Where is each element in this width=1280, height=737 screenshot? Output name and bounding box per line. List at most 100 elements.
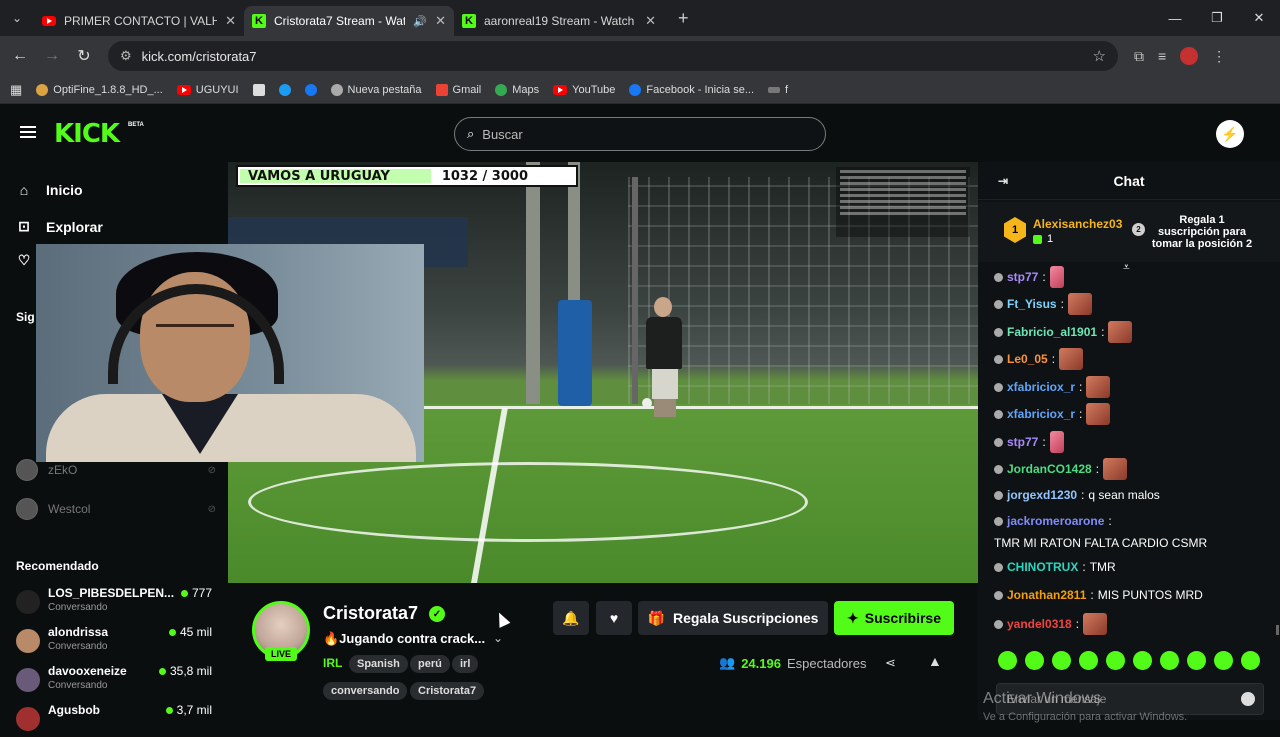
leader-username[interactable]: Alexisanchez03 bbox=[1033, 217, 1122, 231]
bookmark-maps[interactable]: Maps bbox=[495, 83, 539, 96]
chat-username[interactable]: stp77 bbox=[1007, 433, 1038, 451]
chat-username[interactable]: Jonathan2811 bbox=[1007, 586, 1086, 604]
browser-tab-3[interactable]: K aaronreal19 Stream - Watch Live ✕ bbox=[454, 6, 664, 36]
bookmark-hd[interactable] bbox=[252, 83, 265, 96]
bookmark-uguyui[interactable]: UGUYUI bbox=[176, 84, 239, 96]
close-icon[interactable]: ✕ bbox=[435, 13, 446, 29]
emote-icon[interactable] bbox=[1106, 651, 1125, 670]
category-link[interactable]: IRL bbox=[323, 656, 342, 670]
new-tab-button[interactable]: + bbox=[678, 8, 689, 29]
emote-icon[interactable] bbox=[1241, 651, 1260, 670]
bookmark-youtube[interactable]: YouTube bbox=[553, 84, 615, 96]
more-menu-icon[interactable]: ⋮ bbox=[1212, 48, 1226, 65]
gift-count-icon bbox=[1033, 234, 1042, 244]
tab-title: Cristorata7 Stream - Watch bbox=[274, 14, 406, 28]
emote-icon[interactable] bbox=[1079, 651, 1098, 670]
apps-grid-icon[interactable]: ▦ bbox=[10, 82, 22, 98]
page-scrollbar[interactable] bbox=[1276, 625, 1279, 635]
hamburger-menu-icon[interactable] bbox=[20, 126, 36, 138]
sidebar-item-explore[interactable]: ⊡ Explorar bbox=[16, 218, 103, 235]
kick-icon: K bbox=[252, 14, 266, 28]
close-icon[interactable]: ✕ bbox=[645, 13, 656, 29]
profile-avatar[interactable] bbox=[1180, 47, 1199, 65]
chevron-down-icon[interactable]: ⌄ bbox=[493, 631, 503, 645]
browser-tab-1[interactable]: PRIMER CONTACTO | VALHEIM ✕ bbox=[34, 6, 244, 36]
sidebar-item-home[interactable]: ⌂ Inicio bbox=[16, 182, 83, 198]
followed-channel-westcol[interactable]: Westcol ⊘ bbox=[16, 498, 216, 520]
chat-username[interactable]: stp77 bbox=[1007, 268, 1038, 286]
chat-username[interactable]: JordanCO1428 bbox=[1007, 460, 1092, 478]
chat-username[interactable]: xfabriciox_r bbox=[1007, 405, 1075, 423]
bookmark-new-tab[interactable]: Nueva pestaña bbox=[330, 83, 422, 96]
chat-username[interactable]: yandel0318 bbox=[1007, 615, 1072, 633]
tag[interactable]: Spanish bbox=[349, 655, 408, 673]
follow-button[interactable]: ♥ bbox=[596, 601, 632, 635]
collapse-chat-icon[interactable]: ⇥ bbox=[998, 174, 1008, 188]
back-arrow-icon[interactable]: ← bbox=[4, 47, 36, 65]
tag[interactable]: Cristorata7 bbox=[410, 682, 485, 700]
live-dot-icon bbox=[168, 628, 176, 636]
user-menu-icon[interactable]: ⚡ bbox=[1216, 120, 1244, 148]
chat-username[interactable]: Fabricio_al1901 bbox=[1007, 323, 1097, 341]
user-badge-icon bbox=[994, 562, 1003, 572]
notification-bell-button[interactable]: 🔔 bbox=[553, 601, 589, 635]
bookmark-facebook-login[interactable]: Facebook - Inicia se... bbox=[629, 83, 754, 96]
recommended-channel[interactable]: LOS_PIBESDELPEN... Conversando 777 bbox=[16, 586, 216, 620]
report-warning-icon[interactable]: ▲ bbox=[928, 653, 942, 669]
tag[interactable]: irl bbox=[452, 655, 479, 673]
sidebar-item-following[interactable]: ♡ bbox=[16, 252, 32, 269]
bookmark-facebook[interactable] bbox=[304, 83, 317, 96]
kick-icon: K bbox=[462, 14, 476, 28]
bookmark-star-icon[interactable]: ☆ bbox=[1093, 47, 1106, 65]
chat-username[interactable]: Le0_05 bbox=[1007, 350, 1048, 368]
bookmark-twitter[interactable] bbox=[278, 83, 291, 96]
bookmark-optifine[interactable]: OptiFine_1.8.8_HD_... bbox=[36, 83, 163, 96]
url-bar[interactable]: ⚙ kick.com/cristorata7 ☆ bbox=[108, 41, 1118, 71]
chat-username[interactable]: xfabriciox_r bbox=[1007, 378, 1075, 396]
media-queue-icon[interactable]: ≡ bbox=[1158, 48, 1166, 64]
emote-icon[interactable] bbox=[1187, 651, 1206, 670]
emote-icon[interactable] bbox=[1052, 651, 1071, 670]
recommended-channel[interactable]: alondrissa Conversando 45 mil bbox=[16, 625, 216, 659]
twitter-icon bbox=[278, 83, 291, 96]
emote-icon[interactable] bbox=[1214, 651, 1233, 670]
site-info-icon[interactable]: ⚙ bbox=[120, 48, 132, 64]
chat-username[interactable]: Ft_Yisus bbox=[1007, 295, 1057, 313]
emote-icon[interactable] bbox=[1160, 651, 1179, 670]
chat-separator: : bbox=[1075, 617, 1080, 631]
browser-tab-2[interactable]: K Cristorata7 Stream - Watch 🔊 ✕ bbox=[244, 6, 454, 36]
followed-channel-zeko[interactable]: zEkO ⊘ bbox=[16, 459, 216, 481]
speaker-icon[interactable]: 🔊 bbox=[413, 15, 427, 28]
close-window-icon[interactable]: ✕ bbox=[1238, 0, 1280, 36]
kick-logo[interactable]: KICK bbox=[54, 121, 120, 147]
share-icon[interactable]: ⋖ bbox=[885, 655, 896, 671]
emote-icon[interactable] bbox=[998, 651, 1017, 670]
chat-username[interactable]: CHINOTRUX bbox=[1007, 558, 1078, 576]
bookmark-gmail[interactable]: Gmail bbox=[435, 83, 481, 96]
recommended-channel[interactable]: Agusbob 3,7 mil bbox=[16, 703, 216, 737]
tag[interactable]: conversando bbox=[323, 682, 408, 700]
subscribe-button[interactable]: ✦ Suscribirse bbox=[834, 601, 954, 635]
emote-icon[interactable] bbox=[1025, 651, 1044, 670]
channel-name[interactable]: Cristorata7 bbox=[323, 603, 418, 624]
forward-arrow-icon[interactable]: → bbox=[36, 47, 68, 65]
browser-tabbar: ⌄ PRIMER CONTACTO | VALHEIM ✕ K Cristora… bbox=[0, 0, 1280, 36]
optifine-icon bbox=[36, 83, 49, 96]
emoji-icon[interactable] bbox=[1241, 692, 1255, 706]
extensions-puzzle-icon[interactable]: ⧉ bbox=[1134, 48, 1144, 65]
minimize-icon[interactable]: — bbox=[1154, 0, 1196, 36]
emote-icon[interactable] bbox=[1133, 651, 1152, 670]
bookmark-f[interactable]: f bbox=[768, 84, 788, 96]
tab-search-chevron-icon[interactable]: ⌄ bbox=[0, 0, 34, 36]
search-input[interactable]: ⌕ Buscar bbox=[454, 117, 826, 151]
restore-icon[interactable]: ❐ bbox=[1196, 0, 1238, 36]
chat-username[interactable]: jorgexd1230 bbox=[1007, 486, 1077, 504]
chat-message: jackromeroarone: TMR MI RATON FALTA CARDI… bbox=[994, 512, 1264, 552]
chat-username[interactable]: jackromeroarone bbox=[1007, 512, 1104, 530]
close-icon[interactable]: ✕ bbox=[225, 13, 236, 29]
gift-cta[interactable]: Regala 1 suscripción para tomar la posic… bbox=[1148, 214, 1256, 250]
tag[interactable]: perú bbox=[410, 655, 450, 673]
recommended-channel[interactable]: davooxeneize Conversando 35,8 mil bbox=[16, 664, 216, 698]
reload-icon[interactable]: ↻ bbox=[68, 46, 100, 66]
gift-subs-button[interactable]: 🎁 Regala Suscripciones bbox=[638, 601, 828, 635]
